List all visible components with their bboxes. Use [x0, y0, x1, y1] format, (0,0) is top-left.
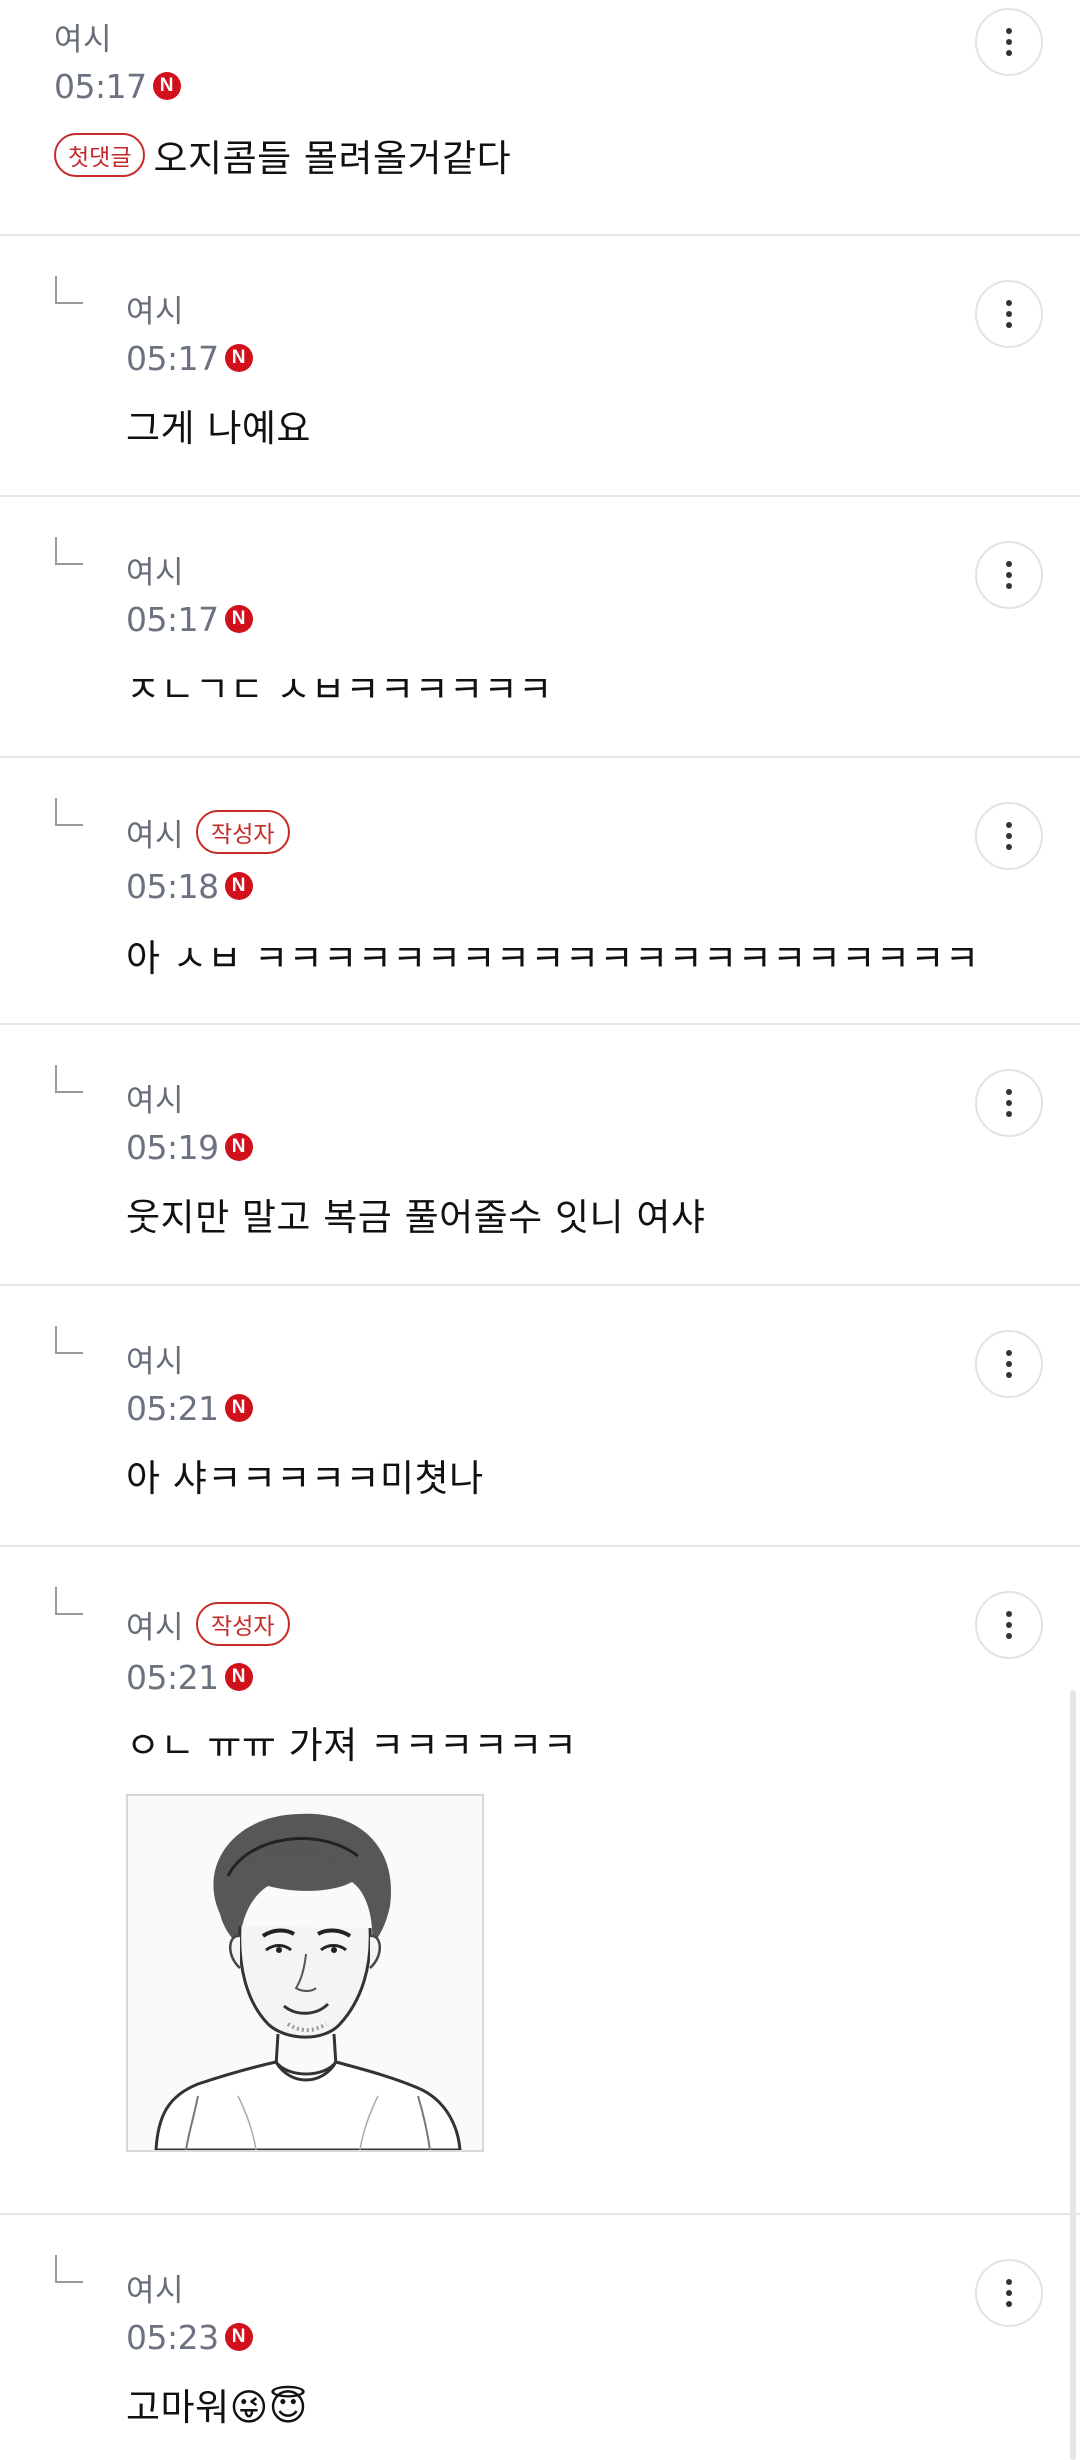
reply-corner-icon: [55, 1326, 83, 1354]
reply-corner-icon: [55, 276, 83, 304]
reply-corner-icon: [55, 1587, 83, 1615]
comment-author[interactable]: 여시: [126, 547, 184, 592]
reply-item: 여시 05:23 N 고마워😜😇: [0, 2215, 1080, 2459]
comment-text: 그게 나예요: [126, 407, 311, 450]
comment-body: 고마워😜😇: [126, 2379, 308, 2429]
first-comment-badge: 첫댓글: [54, 133, 146, 177]
comment-author-row: 여시: [126, 547, 184, 591]
comment-body: 그게 나예요: [126, 400, 311, 450]
comment-body: 웃지만 말고 복금 풀어줄수 잇니 여샤: [126, 1189, 705, 1239]
reply-item: 여시 05:21 N 아 샤ㅋㅋㅋㅋㅋ미쳣나: [0, 1286, 1080, 1547]
comment-time-row: 05:21 N: [126, 1388, 253, 1428]
reply-corner-icon: [55, 2255, 83, 2283]
comment-text: 아 ㅅㅂ ㅋㅋㅋㅋㅋㅋㅋㅋㅋㅋㅋㅋㅋㅋㅋㅋㅋㅋㅋㅋㅋ: [126, 937, 980, 980]
more-vertical-icon[interactable]: [975, 1591, 1043, 1659]
reply-item: 여시 05:17 N ㅈㄴㄱㄷ ㅅㅂㅋㅋㅋㅋㅋㅋ: [0, 497, 1080, 758]
comment-time-row: 05:17 N: [54, 66, 181, 106]
new-badge-icon: N: [224, 1394, 253, 1422]
more-vertical-icon[interactable]: [975, 1069, 1043, 1137]
comment-time: 05:18: [126, 866, 219, 906]
comment-time: 05:21: [126, 1388, 219, 1428]
comment-author[interactable]: 여시: [126, 1602, 184, 1647]
reply-item: 여시 작성자 05:21 N ㅇㄴ ㅠㅠ 가져 ㅋㅋㅋㅋㅋㅋ: [0, 1547, 1080, 2215]
comment-text: 아 샤ㅋㅋㅋㅋㅋ미쳣나: [126, 1457, 484, 1500]
reply-item: 여시 05:17 N 그게 나예요: [0, 236, 1080, 497]
comment-author-row: 여시: [126, 2265, 184, 2309]
comment-body: 아 ㅅㅂ ㅋㅋㅋㅋㅋㅋㅋㅋㅋㅋㅋㅋㅋㅋㅋㅋㅋㅋㅋㅋㅋ: [126, 930, 979, 980]
more-vertical-icon[interactable]: [975, 802, 1043, 870]
reply-corner-icon: [55, 537, 83, 565]
writer-badge: 작성자: [196, 1602, 290, 1646]
attached-image[interactable]: [126, 1794, 484, 2152]
reply-item: 여시 05:19 N 웃지만 말고 복금 풀어줄수 잇니 여샤: [0, 1025, 1080, 1286]
comment-time: 05:19: [126, 1127, 219, 1167]
reply-item: 여시 작성자 05:18 N 아 ㅅㅂ ㅋㅋㅋㅋㅋㅋㅋㅋㅋㅋㅋㅋㅋㅋㅋㅋㅋㅋㅋㅋ…: [0, 758, 1080, 1025]
new-badge-icon: N: [224, 2323, 253, 2351]
comment-time-row: 05:18 N: [126, 866, 253, 906]
comment-time: 05:17: [126, 599, 219, 639]
scrollbar[interactable]: [1070, 1690, 1076, 2460]
new-badge-icon: N: [224, 1663, 253, 1691]
comment-author[interactable]: 여시: [126, 1075, 184, 1120]
comment-text: 웃지만 말고 복금 풀어줄수 잇니 여샤: [126, 1196, 706, 1239]
new-badge-icon: N: [224, 344, 253, 372]
writer-badge: 작성자: [196, 810, 290, 854]
comment-text: ㅈㄴㄱㄷ ㅅㅂㅋㅋㅋㅋㅋㅋ: [126, 668, 553, 711]
comment-time: 05:23: [126, 2317, 219, 2357]
comment-time-row: 05:21 N: [126, 1657, 253, 1697]
comment-time-row: 05:17 N: [126, 338, 253, 378]
comment-body: 첫댓글 오지콤들 몰려올거같다: [54, 132, 511, 180]
comment-time: 05:17: [54, 66, 147, 106]
more-vertical-icon[interactable]: [975, 280, 1043, 348]
comment-body: 아 샤ㅋㅋㅋㅋㅋ미쳣나: [126, 1450, 484, 1500]
comment-author-row: 여시: [126, 1336, 184, 1380]
comment-author-row: 여시: [126, 286, 184, 330]
comment-author-row: 여시 작성자: [126, 1602, 290, 1646]
comment-author[interactable]: 여시: [126, 1336, 184, 1381]
comment-time: 05:17: [126, 338, 219, 378]
new-badge-icon: N: [224, 1133, 253, 1161]
comment-author[interactable]: 여시: [126, 810, 184, 855]
reply-corner-icon: [55, 798, 83, 826]
comment-body: ㅇㄴ ㅠㅠ 가져 ㅋㅋㅋㅋㅋㅋ: [126, 1717, 577, 1767]
comment-author-row: 여시: [126, 1075, 184, 1119]
portrait-sketch: [128, 1796, 482, 2150]
comment-body: ㅈㄴㄱㄷ ㅅㅂㅋㅋㅋㅋㅋㅋ: [126, 661, 553, 711]
comment-time-row: 05:19 N: [126, 1127, 253, 1167]
new-badge-icon: N: [224, 605, 253, 633]
comment-author[interactable]: 여시: [54, 14, 112, 59]
more-vertical-icon[interactable]: [975, 2259, 1043, 2327]
comment-time-row: 05:17 N: [126, 599, 253, 639]
comment-author[interactable]: 여시: [126, 2265, 184, 2310]
comment-author-row: 여시 작성자: [126, 810, 290, 854]
comment-time: 05:21: [126, 1657, 219, 1697]
comment-time-row: 05:23 N: [126, 2317, 253, 2357]
comment-text: ㅇㄴ ㅠㅠ 가져 ㅋㅋㅋㅋㅋㅋ: [126, 1724, 578, 1767]
new-badge-icon: N: [224, 872, 253, 900]
more-vertical-icon[interactable]: [975, 1330, 1043, 1398]
new-badge-icon: N: [152, 72, 181, 100]
reply-corner-icon: [55, 1065, 83, 1093]
more-vertical-icon[interactable]: [975, 541, 1043, 609]
comment-text: 오지콤들 몰려올거같다: [153, 137, 512, 180]
comment-author-row: 여시: [54, 14, 112, 58]
comment-author[interactable]: 여시: [126, 286, 184, 331]
comment-item: 여시 05:17 N 첫댓글 오지콤들 몰려올거같다: [0, 0, 1080, 236]
comment-text: 고마워😜😇: [126, 2386, 308, 2429]
more-vertical-icon[interactable]: [975, 8, 1043, 76]
